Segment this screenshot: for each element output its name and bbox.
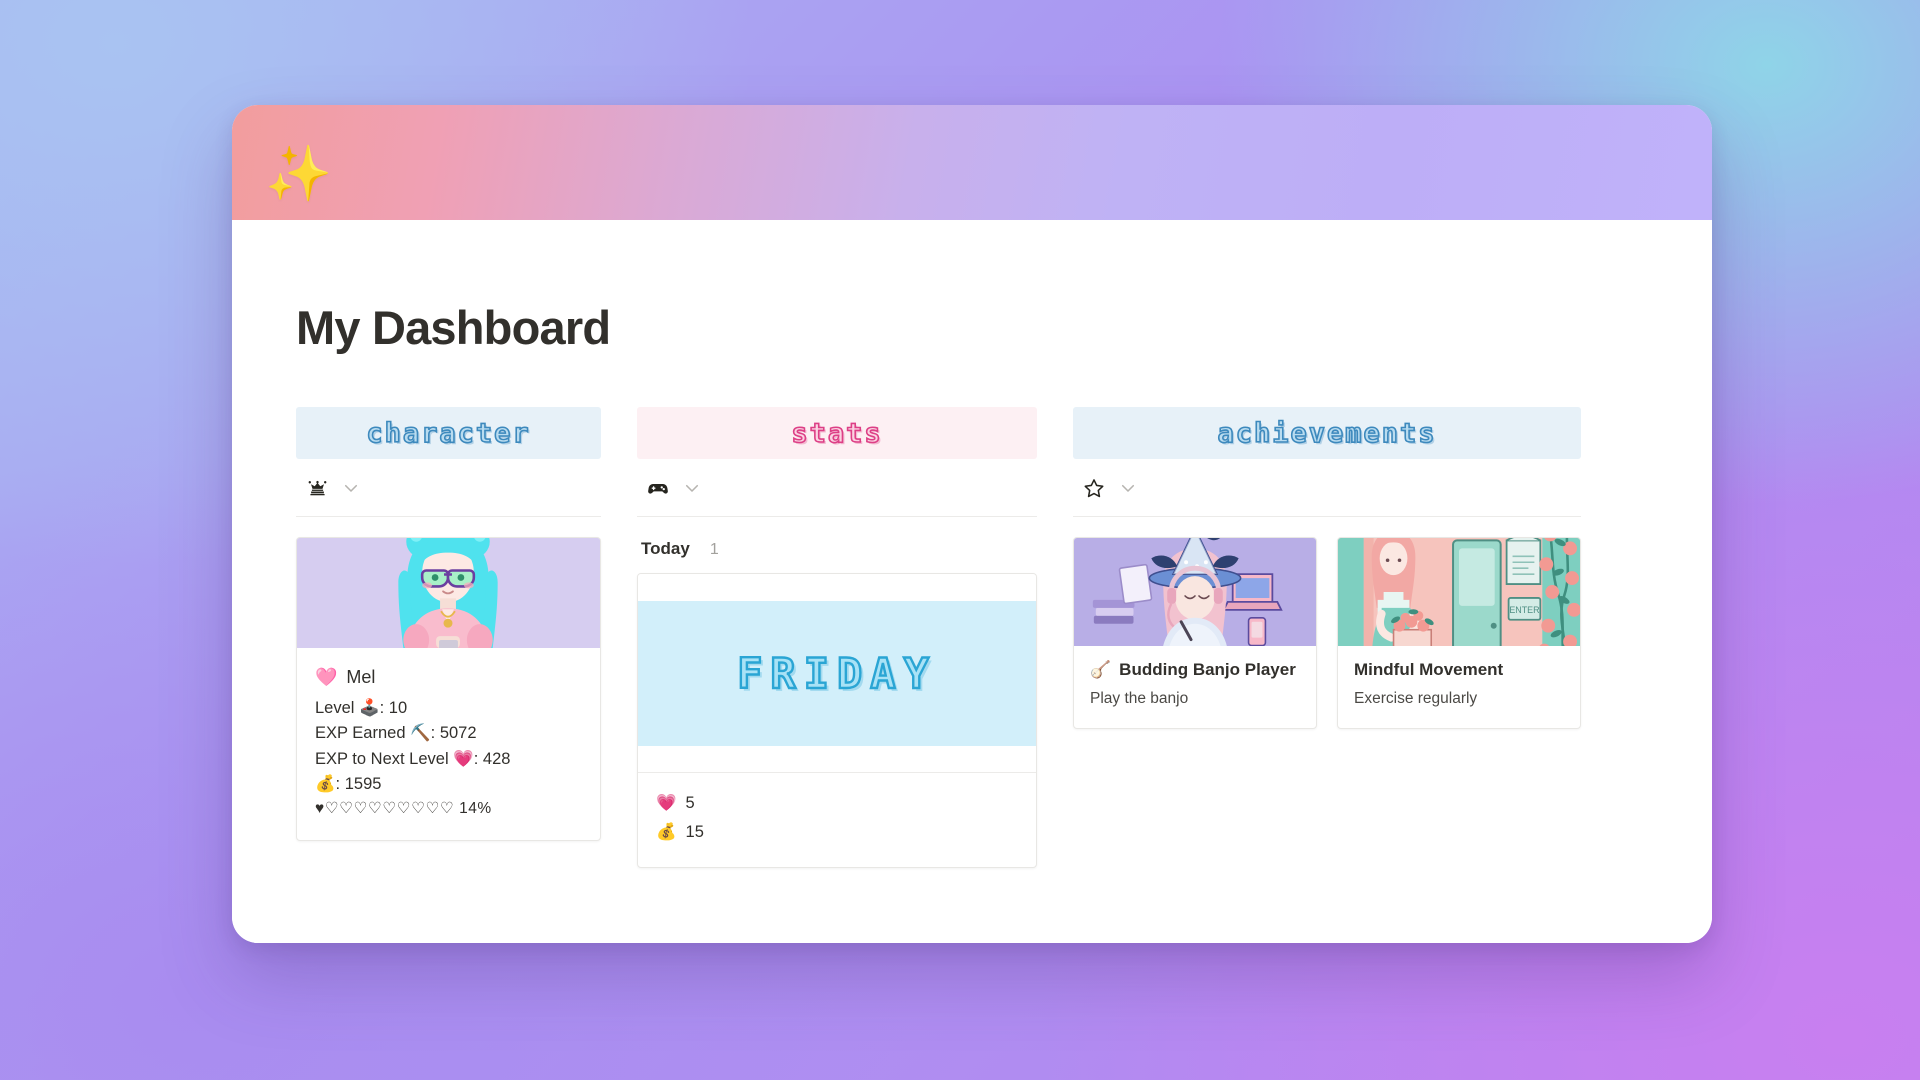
character-name: Mel [346,667,376,687]
pickaxe-emoji-icon: ⛏️ [410,724,431,743]
stats-entry-card[interactable]: FRIDAY 💗 5 💰 15 [637,573,1037,868]
achievement-artwork: ENTER [1338,538,1580,646]
progress-percent: 14% [459,799,492,817]
banjo-emoji-icon: 🪕 [1090,660,1112,679]
column-header-stats: stats [637,407,1037,459]
gamepad-icon[interactable] [647,477,669,499]
exp-earned-value: 5072 [439,724,477,743]
character-progress-line: ♥♡♡♡♡♡♡♡♡♡ 14% [315,797,582,821]
stats-banner-band: FRIDAY [638,601,1036,746]
view-row-character[interactable] [296,459,601,517]
stats-group-header[interactable]: Today 1 [637,539,1037,559]
growing-heart-emoji-icon: 💗 [453,749,474,768]
page-cover: ✨ [232,105,1712,220]
column-header-character: character [296,407,601,459]
sparkles-icon: ✨ [265,144,333,204]
chevron-down-icon[interactable] [1119,479,1137,497]
columns-container: character 🩷 Mel Level 🕹️: 10 EXP Earned … [296,407,1656,868]
exp-earned-label: EXP Earned [315,724,406,743]
joystick-emoji-icon: 🕹️ [359,699,380,718]
stats-coins-row: 💰 15 [656,818,1018,847]
star-icon[interactable] [1083,477,1105,499]
column-stats: stats Today 1 FRIDAY 💗 5 💰 15 [637,407,1037,868]
character-details: 🩷 Mel Level 🕹️: 10 EXP Earned ⛏️: 5072 E… [297,648,600,840]
column-header-label: character [366,417,531,450]
character-exp-earned-line: EXP Earned ⛏️: 5072 [315,724,477,743]
achievement-description: Play the banjo [1090,690,1189,707]
column-header-label: stats [791,417,883,450]
stats-exp-row: 💗 5 [656,789,1018,818]
achievement-body: 🪕 Budding Banjo Player Play the banjo [1074,646,1316,728]
stats-banner-text: FRIDAY [736,648,937,699]
page-title: My Dashboard [296,301,611,354]
growing-heart-emoji-icon: 💗 [656,794,677,812]
stats-group-count: 1 [709,541,719,558]
achievement-title-row: 🪕 Budding Banjo Player [1090,660,1300,680]
achievement-body: Mindful Movement Exercise regularly [1338,646,1580,728]
column-character: character 🩷 Mel Level 🕹️: 10 EXP Earned … [296,407,601,868]
achievement-card[interactable]: 🪕 Budding Banjo Player Play the banjo [1073,537,1317,729]
progress-hearts-empty: ♡♡♡♡♡♡♡♡♡ [324,799,455,817]
exp-next-label: EXP to Next Level [315,749,449,768]
achievement-title: Budding Banjo Player [1119,660,1296,679]
level-label: Level [315,699,355,718]
achievement-title-row: Mindful Movement [1354,660,1564,680]
view-row-stats[interactable] [637,459,1037,517]
character-avatar [297,538,600,648]
svg-text:ENTER: ENTER [1509,605,1540,615]
character-card[interactable]: 🩷 Mel Level 🕹️: 10 EXP Earned ⛏️: 5072 E… [296,537,601,842]
chevron-down-icon[interactable] [342,479,360,497]
achievements-grid: 🪕 Budding Banjo Player Play the banjo EN… [1073,537,1581,729]
column-achievements: achievements 🪕 Budding Banjo Player Play… [1073,407,1581,868]
level-value: 10 [388,699,408,718]
crown-icon[interactable] [306,477,328,499]
page-body: My Dashboard character 🩷 Mel Level 🕹️: 1… [232,300,1712,943]
view-row-achievements[interactable] [1073,459,1581,517]
character-coins-line: 💰: 1595 [315,774,382,793]
character-level-line: Level 🕹️: 10 [315,699,408,718]
chevron-down-icon[interactable] [683,479,701,497]
character-name-row: 🩷 Mel [315,664,582,691]
column-header-label: achievements [1217,417,1437,450]
stats-exp-value: 5 [685,794,695,812]
progress-hearts-filled: ♥ [315,799,325,817]
stats-coins-value: 15 [685,822,704,841]
achievement-title: Mindful Movement [1354,660,1504,679]
app-window: ✨ My Dashboard character 🩷 Mel Level 🕹️:… [232,105,1712,943]
achievement-description: Exercise regularly [1354,690,1478,707]
achievement-artwork [1074,538,1316,646]
heart-emoji-icon: 🩷 [315,667,338,687]
stats-group-label: Today [641,539,690,558]
exp-next-value: 428 [482,749,511,768]
column-header-achievements: achievements [1073,407,1581,459]
character-exp-next-line: EXP to Next Level 💗: 428 [315,749,511,768]
money-bag-emoji-icon: 💰 [315,774,336,793]
achievement-card[interactable]: ENTER Mindful Movement Exercise regularl… [1337,537,1581,729]
money-bag-emoji-icon: 💰 [656,822,677,841]
stats-entry-details: 💗 5 💰 15 [638,772,1036,867]
stats-entry-banner: FRIDAY [638,574,1036,772]
coins-value: 1595 [344,774,382,793]
